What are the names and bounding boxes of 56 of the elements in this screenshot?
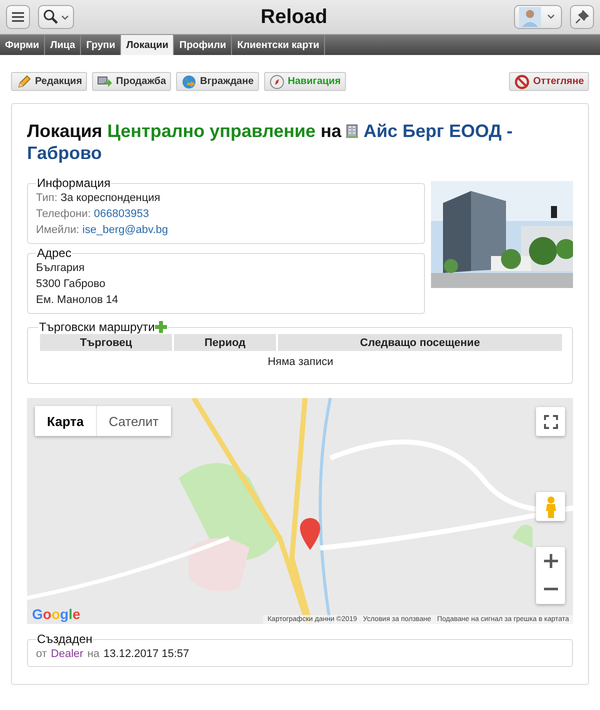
action-button[interactable]: Вграждане (176, 72, 259, 91)
menu-icon (11, 11, 25, 23)
map-logo: Google (32, 606, 80, 622)
search-button[interactable] (38, 5, 74, 29)
created-date: 13.12.2017 15:57 (104, 648, 190, 660)
search-icon (43, 9, 69, 25)
panel-legend: Създаден (36, 632, 94, 646)
column-header: Период (173, 334, 277, 351)
globe-icon (181, 74, 198, 90)
field-label: Тип: (36, 192, 58, 204)
address-line: България (36, 261, 86, 276)
menu-button[interactable] (6, 5, 30, 29)
tab[interactable]: Клиентски карти (232, 35, 326, 55)
user-button[interactable] (514, 5, 562, 29)
panel-legend: Търговски маршрути (39, 320, 155, 334)
location-heading: Локация Централно управление на Айс Берг ЕООД - Габрово (27, 120, 514, 164)
fullscreen-icon (544, 414, 558, 428)
arrow-icon (97, 74, 114, 90)
field-label: Телефони: (36, 208, 91, 220)
column-header: Търговец (39, 334, 173, 351)
field-value: За кореспонденция (60, 192, 160, 204)
app-title: Reload (260, 6, 328, 28)
address-line: Ем. Манолов 14 (36, 293, 120, 308)
tab[interactable]: Локации (121, 35, 174, 55)
pin-icon (575, 10, 589, 24)
pin-button[interactable] (570, 5, 594, 29)
column-header: Следващо посещение (277, 334, 562, 351)
building-icon (346, 124, 358, 138)
zoom-in-button[interactable] (536, 547, 565, 575)
tab[interactable]: Фирми (0, 35, 46, 55)
map-type-tab[interactable]: Сателит (96, 406, 171, 436)
field-label: Имейли: (36, 224, 80, 236)
avatar-icon (519, 7, 557, 27)
person-icon (544, 496, 556, 518)
user-link[interactable]: Dealer (50, 648, 84, 660)
address-line: 5300 Габрово (36, 277, 106, 292)
action-button[interactable]: Продажба (92, 72, 172, 91)
created-label: на (87, 648, 100, 660)
tab[interactable]: Профили (174, 35, 232, 55)
empty-message: Няма записи (39, 351, 562, 373)
plus-icon (544, 554, 558, 568)
panel-legend: Информация (36, 176, 112, 190)
action-button[interactable]: Редакция (11, 72, 88, 91)
panel-legend: Адрес (36, 246, 72, 260)
pencil-icon (16, 74, 32, 90)
fullscreen-button[interactable] (536, 407, 565, 436)
tab[interactable]: Лица (45, 35, 82, 55)
compass-icon (268, 74, 285, 90)
no-entry-icon (514, 74, 530, 90)
field-link[interactable]: ise_berg@abv.bg (82, 224, 168, 236)
created-label: от (36, 648, 47, 660)
field-link[interactable]: 066803953 (94, 208, 149, 220)
action-button[interactable]: Оттегляне (509, 72, 589, 91)
map-type-tab[interactable]: Карта (35, 406, 96, 436)
zoom-out-button[interactable] (536, 575, 565, 603)
add-icon[interactable] (154, 321, 167, 333)
